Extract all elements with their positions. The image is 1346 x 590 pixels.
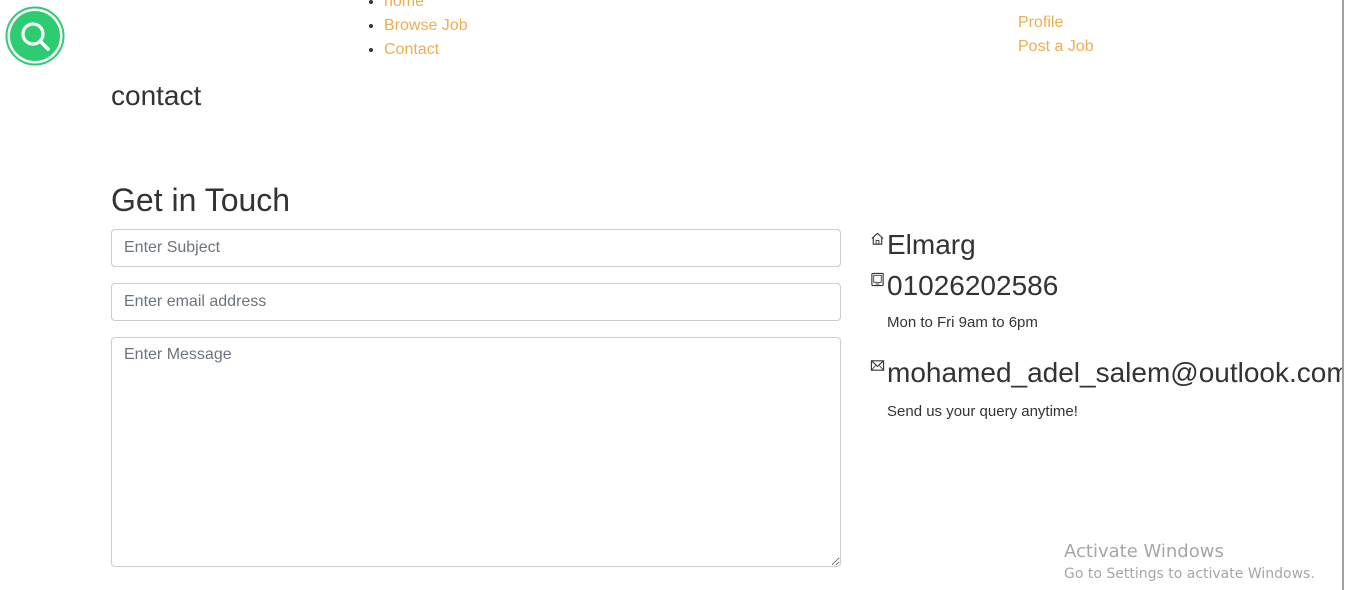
message-textarea[interactable] <box>111 337 841 567</box>
email-item: mohamed_adel_salem@outlook.com Send us y… <box>870 356 1346 422</box>
contact-info: Elmarg 01026202586 Mon to Fri 9am to 6pm… <box>870 228 1346 422</box>
nav-link-contact[interactable]: Contact <box>384 41 439 58</box>
nav-link-home[interactable]: home <box>384 0 424 10</box>
email-note-text: Send us your query anytime! <box>887 403 1078 420</box>
watermark-title: Activate Windows <box>1064 541 1224 562</box>
main-nav: home Browse Job Contact <box>366 0 468 62</box>
envelope-icon <box>870 360 885 371</box>
search-logo-icon[interactable] <box>5 6 65 66</box>
address-text: Elmarg <box>887 229 976 260</box>
nav-item-browse-job: Browse Job <box>384 14 468 38</box>
home-icon <box>871 232 884 245</box>
nav-link-browse-job[interactable]: Browse Job <box>384 17 468 34</box>
get-in-touch-heading: Get in Touch <box>111 182 291 218</box>
hours-text: Mon to Fri 9am to 6pm <box>887 314 1038 331</box>
watermark-subtitle: Go to Settings to activate Windows. <box>1064 566 1315 582</box>
user-nav-item-profile: Profile <box>1018 11 1094 35</box>
page-title: contact <box>111 80 202 111</box>
user-nav-item-post-job: Post a Job <box>1018 35 1094 59</box>
nav-item-contact: Contact <box>384 38 468 62</box>
phone-text: 01026202586 <box>887 270 1059 301</box>
tablet-icon <box>871 272 884 287</box>
nav-item-home: home <box>384 0 468 14</box>
post-a-job-link[interactable]: Post a Job <box>1018 38 1094 55</box>
subject-input[interactable] <box>111 229 841 267</box>
address-item: Elmarg <box>870 228 1346 262</box>
scrollbar[interactable] <box>1342 0 1346 590</box>
email-input[interactable] <box>111 283 841 321</box>
user-nav: Profile Post a Job <box>1018 11 1094 59</box>
email-text: mohamed_adel_salem@outlook.com <box>887 357 1346 388</box>
activation-watermark: Activate Windows Go to Settings to activ… <box>1064 540 1315 584</box>
profile-link[interactable]: Profile <box>1018 14 1063 31</box>
phone-item: 01026202586 Mon to Fri 9am to 6pm <box>870 269 1346 333</box>
